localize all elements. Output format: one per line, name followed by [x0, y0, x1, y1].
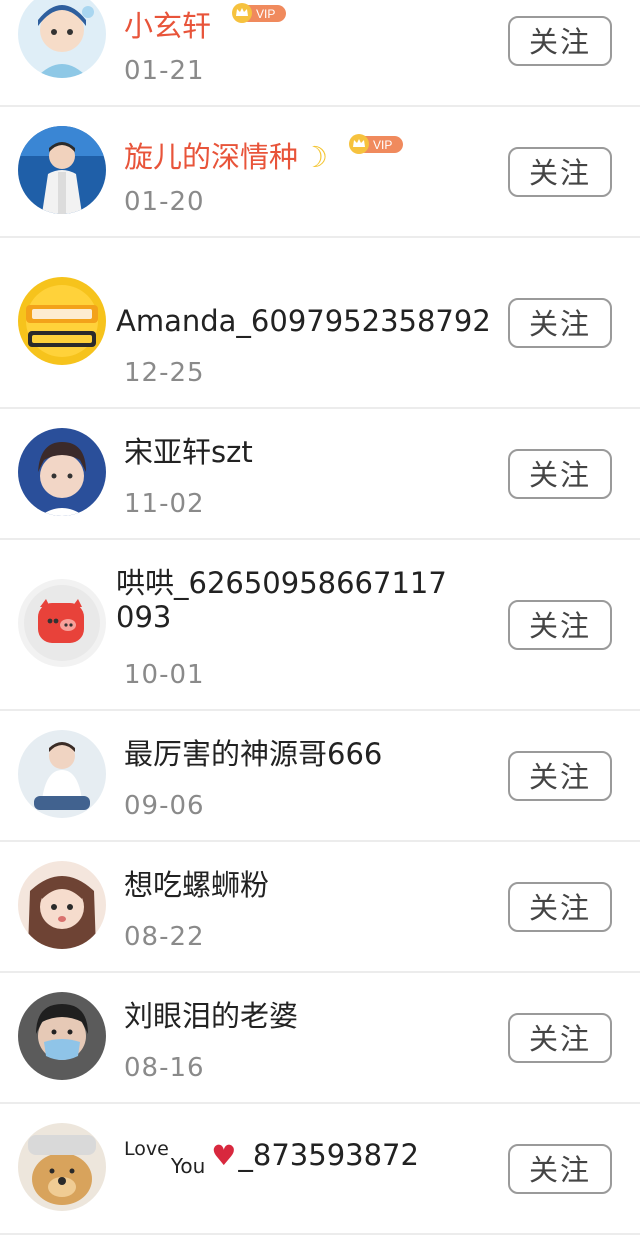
username[interactable]: 想吃螺蛳粉 [124, 868, 269, 902]
follower-list: 小玄轩 VIP 01-21 关注 旋儿的深情种 ☽ VIP 01-20 关注 A… [0, 0, 640, 1235]
two-hearts-icon: ♥ [211, 1139, 237, 1172]
list-item[interactable]: 想吃螺蛳粉 08-22 关注 [0, 842, 640, 973]
yellow-logo-avatar[interactable] [18, 277, 106, 365]
boy-on-stage-avatar[interactable] [18, 126, 106, 214]
moon-icon: ☽ [302, 140, 329, 174]
vip-badge-icon: VIP [230, 2, 288, 24]
follow-button[interactable]: 关注 [508, 882, 612, 932]
follow-date: 12-25 [124, 358, 205, 388]
boy-portrait-avatar[interactable] [18, 428, 106, 516]
username-you-text: You [170, 1154, 206, 1178]
vip-badge-icon: VIP [347, 133, 405, 155]
list-item[interactable]: 最厉害的神源哥666 09-06 关注 [0, 711, 640, 842]
follow-button[interactable]: 关注 [508, 16, 612, 66]
cartoon-boy-avatar[interactable] [18, 0, 106, 78]
follow-date: 08-22 [124, 922, 205, 952]
username-text: 旋儿的深情种 [124, 140, 299, 174]
follow-date: 11-02 [124, 489, 205, 519]
follow-date: 10-01 [124, 660, 205, 690]
username[interactable]: 宋亚轩szt [124, 435, 253, 469]
girl-portrait-avatar[interactable] [18, 861, 106, 949]
follow-date: 09-06 [124, 791, 205, 821]
username-love-text: Love [124, 1138, 169, 1160]
username[interactable]: 旋儿的深情种 ☽ VIP [124, 133, 405, 174]
follow-button[interactable]: 关注 [508, 298, 612, 348]
username[interactable]: 最厉害的神源哥666 [124, 737, 382, 771]
follow-date: 01-21 [124, 56, 205, 86]
masked-boy-avatar[interactable] [18, 992, 106, 1080]
follow-date: 08-16 [124, 1053, 205, 1083]
follow-button[interactable]: 关注 [508, 600, 612, 650]
follow-button[interactable]: 关注 [508, 1013, 612, 1063]
username[interactable]: Amanda_6097952358792 [116, 304, 491, 338]
list-item[interactable]: LoveYou ♥_873593872 关注 [0, 1104, 640, 1235]
boy-sitting-avatar[interactable] [18, 730, 106, 818]
list-item[interactable]: 小玄轩 VIP 01-21 关注 [0, 0, 640, 107]
svg-text:VIP: VIP [256, 7, 275, 21]
list-item[interactable]: 哄哄_62650958667117093 10-01 关注 [0, 540, 640, 711]
list-item[interactable]: 刘眼泪的老婆 08-16 关注 [0, 973, 640, 1104]
username-suffix: _873593872 [238, 1138, 419, 1172]
username-text: 小玄轩 [124, 9, 212, 43]
follow-button[interactable]: 关注 [508, 147, 612, 197]
username[interactable]: 刘眼泪的老婆 [124, 999, 298, 1033]
follow-button[interactable]: 关注 [508, 449, 612, 499]
username[interactable]: 哄哄_62650958667117093 [116, 566, 456, 634]
list-item[interactable]: 宋亚轩szt 11-02 关注 [0, 409, 640, 540]
follow-button[interactable]: 关注 [508, 751, 612, 801]
list-item[interactable]: Amanda_6097952358792 12-25 关注 [0, 238, 640, 409]
svg-text:VIP: VIP [373, 138, 392, 152]
username[interactable]: 小玄轩 VIP [124, 2, 288, 43]
pig-avatar[interactable] [18, 579, 106, 667]
follow-date: 01-20 [124, 187, 205, 217]
follow-button[interactable]: 关注 [508, 1144, 612, 1194]
dog-avatar[interactable] [18, 1123, 106, 1211]
username[interactable]: LoveYou ♥_873593872 [124, 1132, 419, 1183]
list-item[interactable]: 旋儿的深情种 ☽ VIP 01-20 关注 [0, 107, 640, 238]
